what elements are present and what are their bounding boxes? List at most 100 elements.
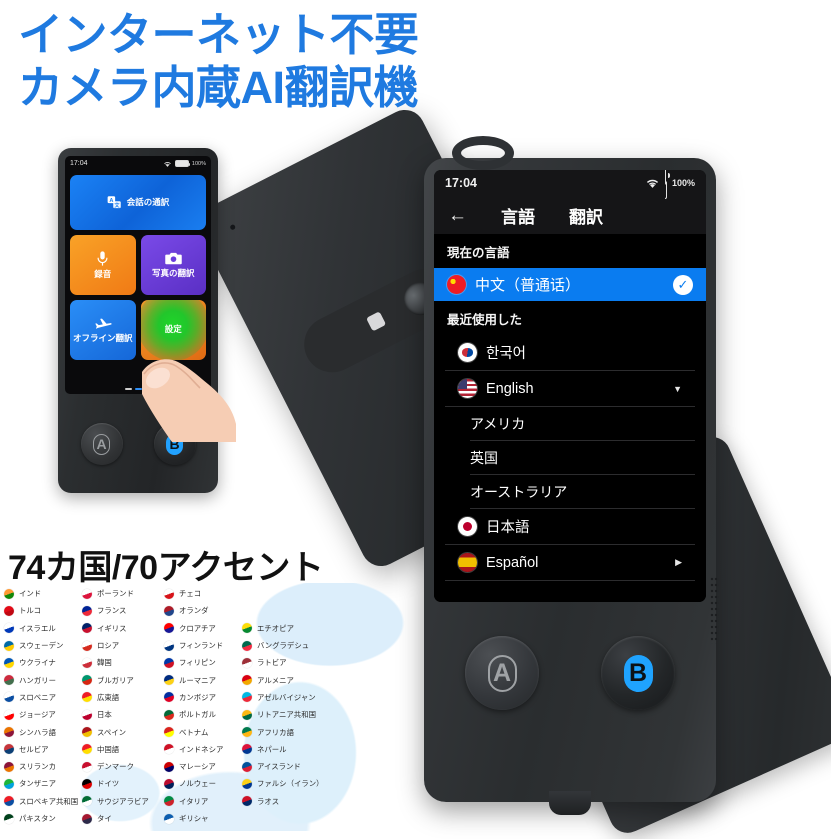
button-b-label: B: [166, 433, 183, 455]
country-name: スペイン: [97, 727, 127, 737]
country-item: ラオス: [242, 793, 354, 810]
camera-flash-icon: [366, 311, 387, 332]
language-sub-row-uk[interactable]: 英国: [470, 441, 695, 475]
country-name: ブルガリア: [97, 675, 134, 685]
flag-icon: [164, 709, 174, 720]
country-item: ブルガリア: [82, 671, 164, 688]
country-column-3: チェコ オランダ クロアチア フィンランド フィリピン ルーマニア カンボジア ポルトガル ベト…: [164, 585, 242, 827]
tile-photo-translate[interactable]: 写真の翻訳: [140, 235, 206, 295]
country-name: ポルトガル: [179, 710, 216, 720]
country-item: アイスランド: [242, 758, 354, 775]
tile-label: 録音: [94, 269, 112, 280]
button-a-label: A: [487, 654, 517, 692]
flag-icon: [82, 657, 92, 668]
country-item: カンボジア: [164, 689, 242, 706]
flag-icon: [4, 588, 14, 599]
country-item: リトアニア共和国: [242, 706, 354, 723]
flag-icon: [82, 692, 92, 703]
language-name: 日本語: [486, 520, 530, 536]
chevron-right-icon[interactable]: ▶: [675, 557, 682, 568]
language-name: English: [486, 380, 534, 397]
main-device-screen: 17:04 100% ← 言語 翻訳 現在の言語 中文（普通话） ✓ 最近使用し…: [434, 170, 706, 602]
country-name: マレーシア: [179, 762, 216, 772]
country-item: インドネシア: [164, 741, 242, 758]
wifi-icon: [164, 161, 171, 167]
country-name: ネパール: [257, 744, 287, 754]
country-name: アルメニア: [257, 675, 294, 685]
country-item: スリランカ: [4, 758, 82, 775]
country-name: クロアチア: [179, 623, 216, 633]
lanyard-loop: [452, 136, 514, 170]
small-device-screen: 17:04 100% A 文 会話の通訳 録音 写真の翻訳 オフライン翻訳 設定: [65, 156, 211, 394]
country-name: パキスタン: [19, 814, 56, 823]
country-name: フランス: [97, 606, 127, 616]
country-name: ウクライナ: [19, 658, 56, 668]
tab-translate[interactable]: 翻訳: [569, 203, 603, 228]
small-device-buttons: A B: [65, 404, 211, 484]
country-item: 日本: [82, 706, 164, 723]
country-item: エチオピア: [242, 620, 354, 637]
page-dot[interactable]: [144, 388, 152, 390]
flag-icon: [242, 796, 252, 807]
button-a-small[interactable]: A: [80, 423, 123, 465]
flag-icon: [164, 675, 174, 686]
chevron-down-icon[interactable]: ▼: [673, 384, 682, 394]
flag-icon: [242, 761, 252, 772]
country-name: タイ: [97, 814, 112, 823]
section-header-current: 現在の言語: [447, 246, 510, 260]
flag-icon: [242, 623, 252, 634]
main-device-buttons: A B: [434, 618, 706, 758]
tile-label: 設定: [164, 324, 182, 335]
button-a-main[interactable]: A: [465, 636, 539, 710]
language-row-korean[interactable]: 한국어: [445, 335, 695, 371]
airplane-icon: [95, 318, 112, 329]
language-row-japanese[interactable]: 日本語: [445, 509, 695, 545]
country-name: ジョージア: [19, 710, 56, 720]
flag-icon: [164, 623, 174, 634]
language-name: 中文（普通话）: [475, 277, 581, 294]
flag-icon-jp: [458, 517, 477, 536]
tile-recording[interactable]: 録音: [70, 235, 136, 295]
country-name: 日本: [97, 710, 112, 720]
button-b-main[interactable]: B: [601, 636, 675, 710]
language-row-english[interactable]: English ▼: [445, 371, 695, 407]
country-name: フィンランド: [179, 641, 224, 651]
tab-language[interactable]: 言語: [501, 203, 535, 228]
page-dot[interactable]: [124, 388, 132, 390]
flag-icon-us: [458, 379, 477, 398]
flag-icon: [82, 727, 92, 738]
flag-icon: [4, 709, 14, 720]
country-name: スウェーデン: [19, 641, 64, 651]
tile-conversation-translate[interactable]: A 文 会話の通訳: [70, 175, 206, 230]
country-name: ポーランド: [97, 589, 134, 599]
country-item: フィンランド: [164, 637, 242, 654]
country-name: ラオス: [257, 796, 280, 806]
arrow-left-icon[interactable]: ←: [448, 206, 467, 225]
country-item: ファルシ（イラン）: [242, 775, 354, 792]
headline-line-2: カメラ内蔵AI翻訳機: [18, 62, 419, 114]
language-row-spanish[interactable]: Español ▶: [445, 545, 695, 581]
small-home-tiles: A 文 会話の通訳 録音 写真の翻訳 オフライン翻訳 設定: [65, 171, 211, 364]
tile-offline-translate[interactable]: オフライン翻訳: [70, 300, 136, 360]
country-name: アフリカ語: [257, 727, 294, 737]
tile-settings[interactable]: 設定: [140, 300, 206, 360]
page-dot-active[interactable]: [134, 388, 142, 390]
language-row-current-selected[interactable]: 中文（普通话） ✓: [434, 268, 706, 301]
country-name: エチオピア: [257, 623, 294, 633]
country-name: イタリア: [179, 796, 209, 806]
country-item: シンハラ語: [4, 723, 82, 740]
flag-icon: [164, 657, 174, 668]
language-sub-row-america[interactable]: アメリカ: [470, 407, 695, 441]
flag-icon: [4, 675, 14, 686]
microphone-hole: [229, 223, 237, 231]
flag-icon: [164, 796, 174, 807]
flag-icon: [82, 796, 92, 807]
flag-icon: [4, 778, 14, 789]
flag-icon: [242, 640, 252, 651]
country-item: ドイツ: [82, 775, 164, 792]
button-b-small[interactable]: B: [153, 423, 196, 465]
country-item: ルーマニア: [164, 671, 242, 688]
language-sub-row-australia[interactable]: オーストラリア: [470, 475, 695, 509]
battery-icon: [664, 170, 667, 200]
flag-icon: [242, 778, 252, 789]
